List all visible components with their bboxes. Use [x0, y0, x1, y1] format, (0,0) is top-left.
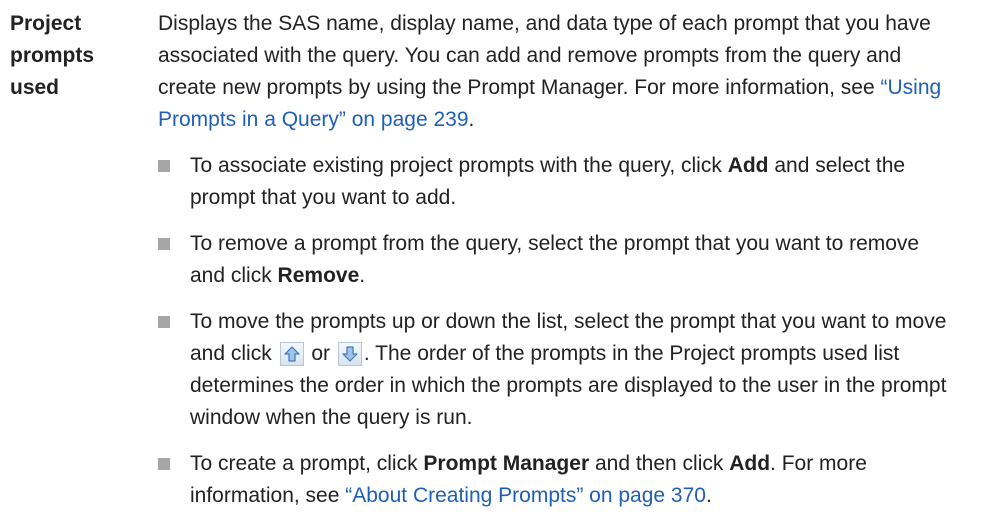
- up-arrow-icon: [283, 346, 300, 362]
- term-project-prompts-used: Project prompts used: [10, 8, 140, 104]
- create-text-after-link: .: [705, 484, 712, 507]
- list-item-move: To move the prompts up or down the list,…: [158, 306, 948, 434]
- list-item-create: To create a prompt, click Prompt Manager…: [158, 448, 948, 512]
- remove-label: Remove: [277, 264, 360, 287]
- square-bullet-icon: [158, 458, 170, 470]
- square-bullet-icon: [158, 160, 170, 172]
- prompt-manager-label: Prompt Manager: [423, 452, 590, 475]
- description-paragraph: Displays the SAS name, display name, and…: [158, 8, 948, 136]
- move-text-or: or: [305, 342, 336, 365]
- create-text-middle: and then click: [589, 452, 730, 475]
- remove-text-after: .: [359, 264, 366, 287]
- create-text-before: To create a prompt, click: [190, 452, 424, 475]
- about-creating-prompts-link[interactable]: “About Creating Prompts” on page 370: [345, 484, 706, 507]
- down-arrow-icon: [342, 346, 358, 362]
- add-label: Add: [727, 154, 769, 177]
- description-text: Displays the SAS name, display name, and…: [158, 12, 931, 99]
- term-description: Displays the SAS name, display name, and…: [158, 8, 948, 526]
- list-item-remove: To remove a prompt from the query, selec…: [158, 228, 948, 292]
- list-item-associate: To associate existing project prompts wi…: [158, 150, 948, 214]
- square-bullet-icon: [158, 238, 170, 250]
- associate-text-before: To associate existing project prompts wi…: [190, 154, 728, 177]
- bullet-list: To associate existing project prompts wi…: [158, 150, 948, 512]
- add-label: Add: [729, 452, 771, 475]
- term-label: Project prompts used: [10, 12, 94, 99]
- move-up-button[interactable]: [279, 342, 304, 366]
- square-bullet-icon: [158, 316, 170, 328]
- description-after-link: .: [468, 108, 475, 131]
- move-down-button[interactable]: [337, 342, 362, 366]
